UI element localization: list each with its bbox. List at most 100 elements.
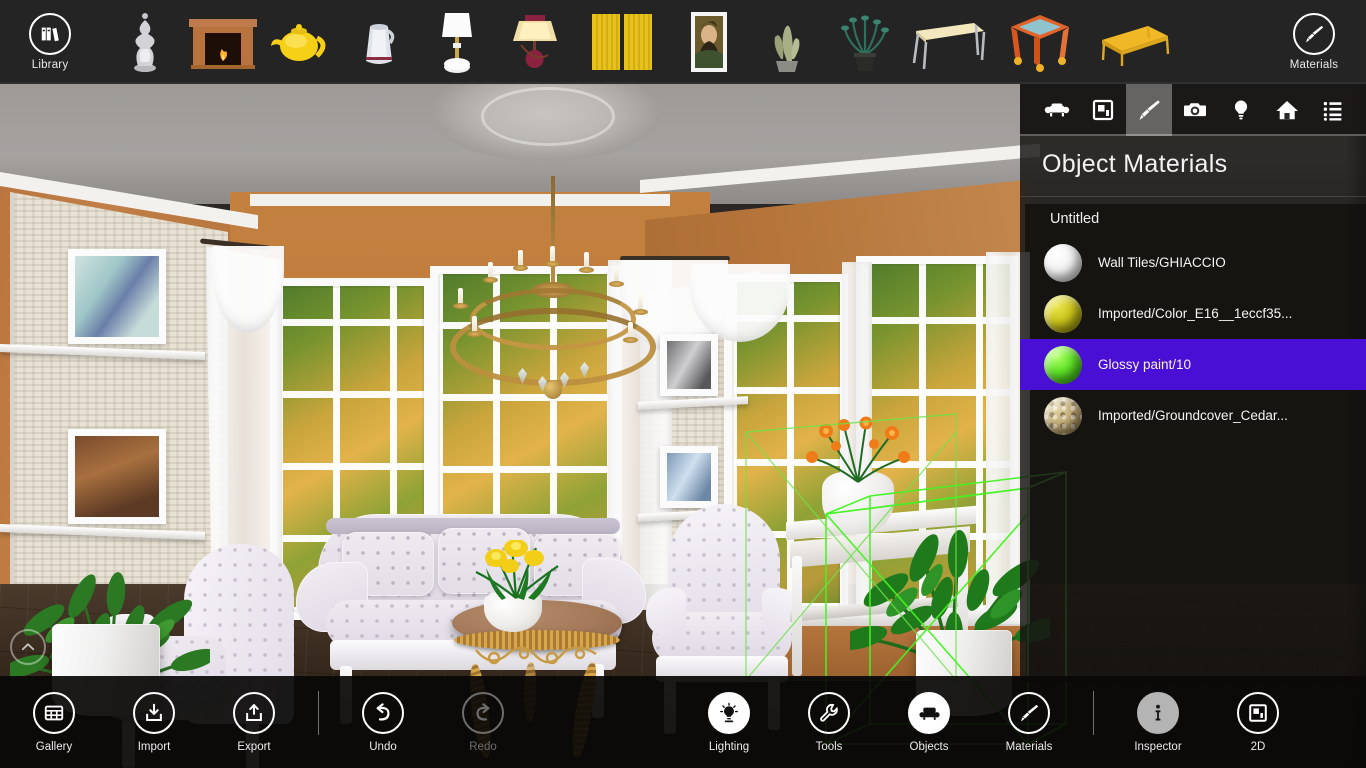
material-swatch: [1044, 345, 1082, 384]
sofa-icon-wrap: [908, 691, 950, 734]
candle-cup: [513, 265, 528, 271]
objects-button[interactable]: Objects: [879, 691, 979, 753]
export-button[interactable]: Export: [204, 691, 304, 753]
library-button[interactable]: Library: [8, 0, 92, 84]
candle-cup: [453, 303, 468, 309]
material-swatch: [1044, 396, 1082, 435]
candle-cup: [623, 337, 638, 343]
material-swatch: [1044, 243, 1082, 282]
thumb-white-jug[interactable]: [340, 6, 418, 78]
inspector-button[interactable]: Inspector: [1108, 691, 1208, 753]
orange-flowers: [800, 414, 920, 484]
chandelier-arms-lower: [450, 308, 656, 386]
paintbrush-icon: [1139, 100, 1160, 120]
thumb-yellow-low-table[interactable]: [1086, 6, 1180, 78]
paintbrush-icon-wrap: [1008, 691, 1050, 734]
lighting-label: Lighting: [708, 740, 750, 753]
lighting-button[interactable]: Lighting: [679, 691, 779, 753]
candle-cup: [467, 331, 482, 337]
thumb-table-lamp[interactable]: [418, 6, 496, 78]
wrench-icon: [820, 703, 838, 722]
yellow-flowers: [466, 539, 572, 600]
panel-group-label: Untitled: [1050, 211, 1100, 227]
thumb-cactus-plant[interactable]: [748, 6, 826, 78]
thumb-silver-vase[interactable]: [106, 6, 184, 78]
sofa-icon: [1044, 103, 1070, 117]
2d-label: 2D: [1250, 740, 1266, 753]
floorplan-icon: [1249, 703, 1267, 722]
2d-button[interactable]: 2D: [1208, 691, 1308, 753]
coffee-table-scrollwork: [472, 644, 602, 672]
panel-tab-home[interactable]: [1264, 84, 1310, 136]
toolbar-separator-2: [1093, 691, 1094, 735]
wrench-icon-wrap: [808, 691, 850, 734]
candle-cup: [483, 277, 498, 283]
lightbulb-icon-wrap: [708, 691, 750, 734]
collapse-toolbar-button[interactable]: [10, 629, 46, 665]
tools-button[interactable]: Tools: [779, 691, 879, 753]
thumb-yellow-curtains[interactable]: [574, 6, 670, 78]
thumb-ornate-lamp[interactable]: [496, 6, 574, 78]
right-side-panel: Object Materials Untitled Wall Tiles/GHI…: [1020, 84, 1366, 682]
chandelier-finial: [544, 381, 562, 399]
panel-tab-floorplan[interactable]: [1080, 84, 1126, 136]
chevron-up-icon: [21, 643, 35, 651]
import-label: Import: [137, 740, 171, 753]
thumb-yellow-teapot[interactable]: [262, 6, 340, 78]
floorplan-icon: [1092, 99, 1114, 121]
bottom-toolbar: Gallery Import Export Undo Redo Lighting…: [0, 676, 1366, 768]
thumb-orange-side-table[interactable]: [994, 6, 1086, 78]
library-label: Library: [31, 59, 69, 71]
undo-button[interactable]: Undo: [333, 691, 433, 753]
panel-tab-camera[interactable]: [1172, 84, 1218, 136]
candle-cup: [579, 267, 594, 273]
floorplan-icon-wrap: [1237, 691, 1279, 734]
material-row-3[interactable]: Imported/Groundcover_Cedar...: [1020, 390, 1366, 441]
import-download-icon: [146, 703, 162, 721]
thumb-potted-plant[interactable]: [826, 6, 904, 78]
panel-tab-list[interactable]: [1310, 84, 1356, 136]
panel-tab-materials[interactable]: [1126, 84, 1172, 136]
material-row-0[interactable]: Wall Tiles/GHIACCIO: [1020, 237, 1366, 288]
material-row-1[interactable]: Imported/Color_E16__1eccf35...: [1020, 288, 1366, 339]
export-upload-icon: [246, 703, 262, 721]
material-swatch: [1044, 294, 1082, 333]
material-list: Wall Tiles/GHIACCIO Imported/Color_E16__…: [1020, 237, 1366, 441]
thumb-fireplace[interactable]: [184, 6, 262, 78]
redo-button[interactable]: Redo: [433, 691, 533, 753]
redo-arrow-icon: [476, 702, 490, 721]
camera-icon: [1184, 103, 1206, 117]
panel-tab-objects[interactable]: [1034, 84, 1080, 136]
thumb-mona-lisa-painting[interactable]: [670, 6, 748, 78]
panel-tab-lighting[interactable]: [1218, 84, 1264, 136]
library-books-icon: [29, 13, 71, 55]
gallery-button[interactable]: Gallery: [4, 691, 104, 753]
home-icon: [1276, 101, 1298, 120]
undo-arrow-icon-wrap: [362, 691, 404, 734]
materials-toolbar-button[interactable]: Materials: [1272, 0, 1356, 84]
materials-toolbar-label: Materials: [1289, 59, 1339, 71]
chandelier[interactable]: [432, 176, 672, 406]
picture-art: [75, 436, 159, 517]
import-button[interactable]: Import: [104, 691, 204, 753]
materials-button[interactable]: Materials: [979, 691, 1079, 753]
gallery-label: Gallery: [35, 740, 73, 753]
material-label: Imported/Groundcover_Cedar...: [1098, 408, 1288, 423]
picture-art: [667, 341, 711, 389]
picture-frame-right-bottom[interactable]: [660, 446, 718, 508]
picture-frame-right-top[interactable]: [660, 334, 718, 396]
console-leg: [792, 556, 802, 676]
panel-title: Object Materials: [1042, 150, 1228, 178]
redo-arrow-icon-wrap: [462, 691, 504, 734]
tools-label: Tools: [815, 740, 843, 753]
lightbulb-icon: [720, 702, 738, 722]
picture-frame-left-top[interactable]: [68, 249, 166, 344]
material-row-2[interactable]: Glossy paint/10: [1020, 339, 1366, 390]
thumb-white-table[interactable]: [904, 6, 994, 78]
picture-frame-left-bottom[interactable]: [68, 429, 166, 524]
chandelier-chain: [551, 176, 555, 286]
objects-label: Objects: [909, 740, 949, 753]
export-label: Export: [237, 740, 271, 753]
paintbrush-icon: [1293, 13, 1335, 55]
materials-label: Materials: [1005, 740, 1053, 753]
